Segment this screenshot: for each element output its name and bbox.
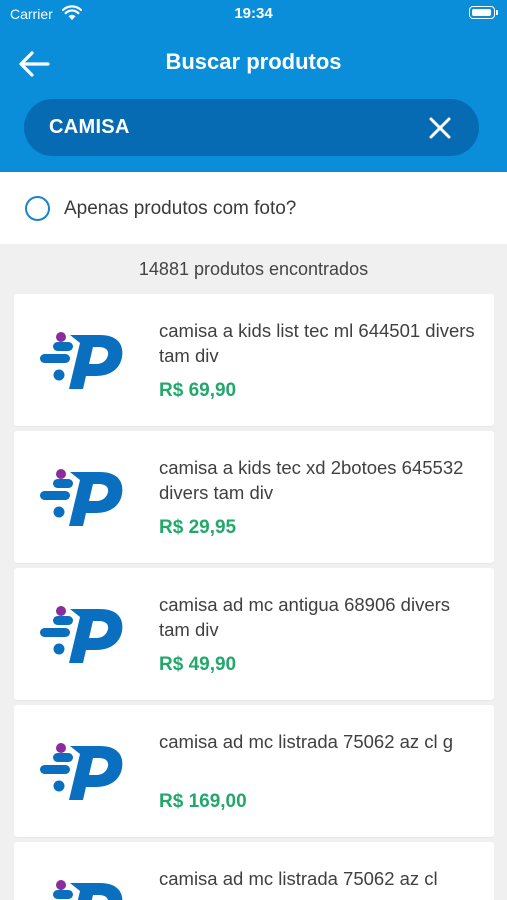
- product-name: camisa ad mc listrada 75062 az cl g: [159, 731, 454, 752]
- product-price: R$ 69,90: [159, 380, 237, 401]
- product-name: camisa ad mc listrada 75062 az cl: [159, 868, 438, 889]
- store-logo-icon: [40, 332, 123, 389]
- store-logo-icon: [40, 469, 123, 526]
- store-logo-icon: [40, 743, 123, 800]
- store-logo-icon: [53, 880, 123, 900]
- status-bar: Carrier 19:34: [0, 0, 507, 30]
- photo-filter-label: Apenas produtos com foto?: [64, 198, 297, 219]
- product-card[interactable]: camisa ad mc listrada 75062 az cl: [14, 842, 494, 900]
- photo-filter-row[interactable]: Apenas produtos com foto?: [0, 172, 507, 244]
- product-price: R$ 29,95: [159, 517, 237, 538]
- product-card[interactable]: camisa a kids list tec ml 644501 divers …: [14, 294, 494, 426]
- app-header: Carrier 19:34 Buscar produtos CAMISA: [0, 0, 507, 172]
- search-query: CAMISA: [49, 116, 130, 138]
- product-card[interactable]: camisa ad mc listrada 75062 az cl g R$ 1…: [14, 705, 494, 837]
- product-card[interactable]: camisa a kids tec xd 2botoes 645532 dive…: [14, 431, 494, 563]
- product-name: camisa a kids list tec ml 644501 divers …: [159, 320, 475, 366]
- product-price: R$ 49,90: [159, 654, 237, 675]
- search-input[interactable]: CAMISA: [24, 99, 479, 156]
- results-count: 14881 produtos encontrados: [138, 259, 369, 279]
- photo-filter-radio[interactable]: [25, 196, 50, 221]
- battery-icon: [469, 6, 498, 19]
- page-title: Buscar produtos: [165, 49, 342, 74]
- product-card[interactable]: camisa ad mc antigua 68906 divers tam di…: [14, 568, 494, 700]
- status-time: 19:34: [234, 5, 273, 22]
- close-icon[interactable]: [427, 115, 453, 141]
- store-logo-icon: [40, 606, 123, 663]
- product-price: R$ 169,00: [159, 791, 247, 812]
- product-name: camisa ad mc antigua 68906 divers tam di…: [159, 594, 451, 640]
- product-name: camisa a kids tec xd 2botoes 645532 dive…: [159, 457, 464, 503]
